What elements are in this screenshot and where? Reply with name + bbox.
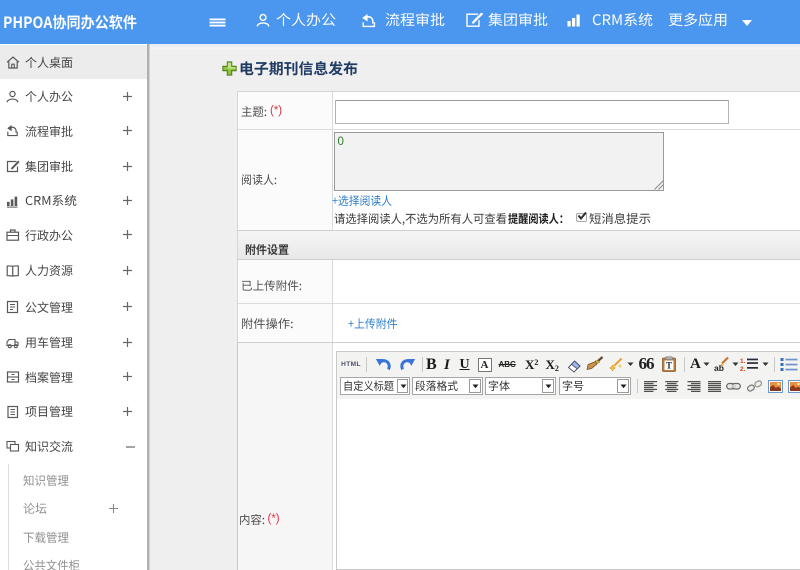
svg-text:ab: ab bbox=[714, 363, 724, 373]
svg-text:T: T bbox=[666, 361, 672, 371]
svg-text:1.: 1. bbox=[740, 358, 746, 365]
svg-text:2.: 2. bbox=[740, 366, 746, 372]
